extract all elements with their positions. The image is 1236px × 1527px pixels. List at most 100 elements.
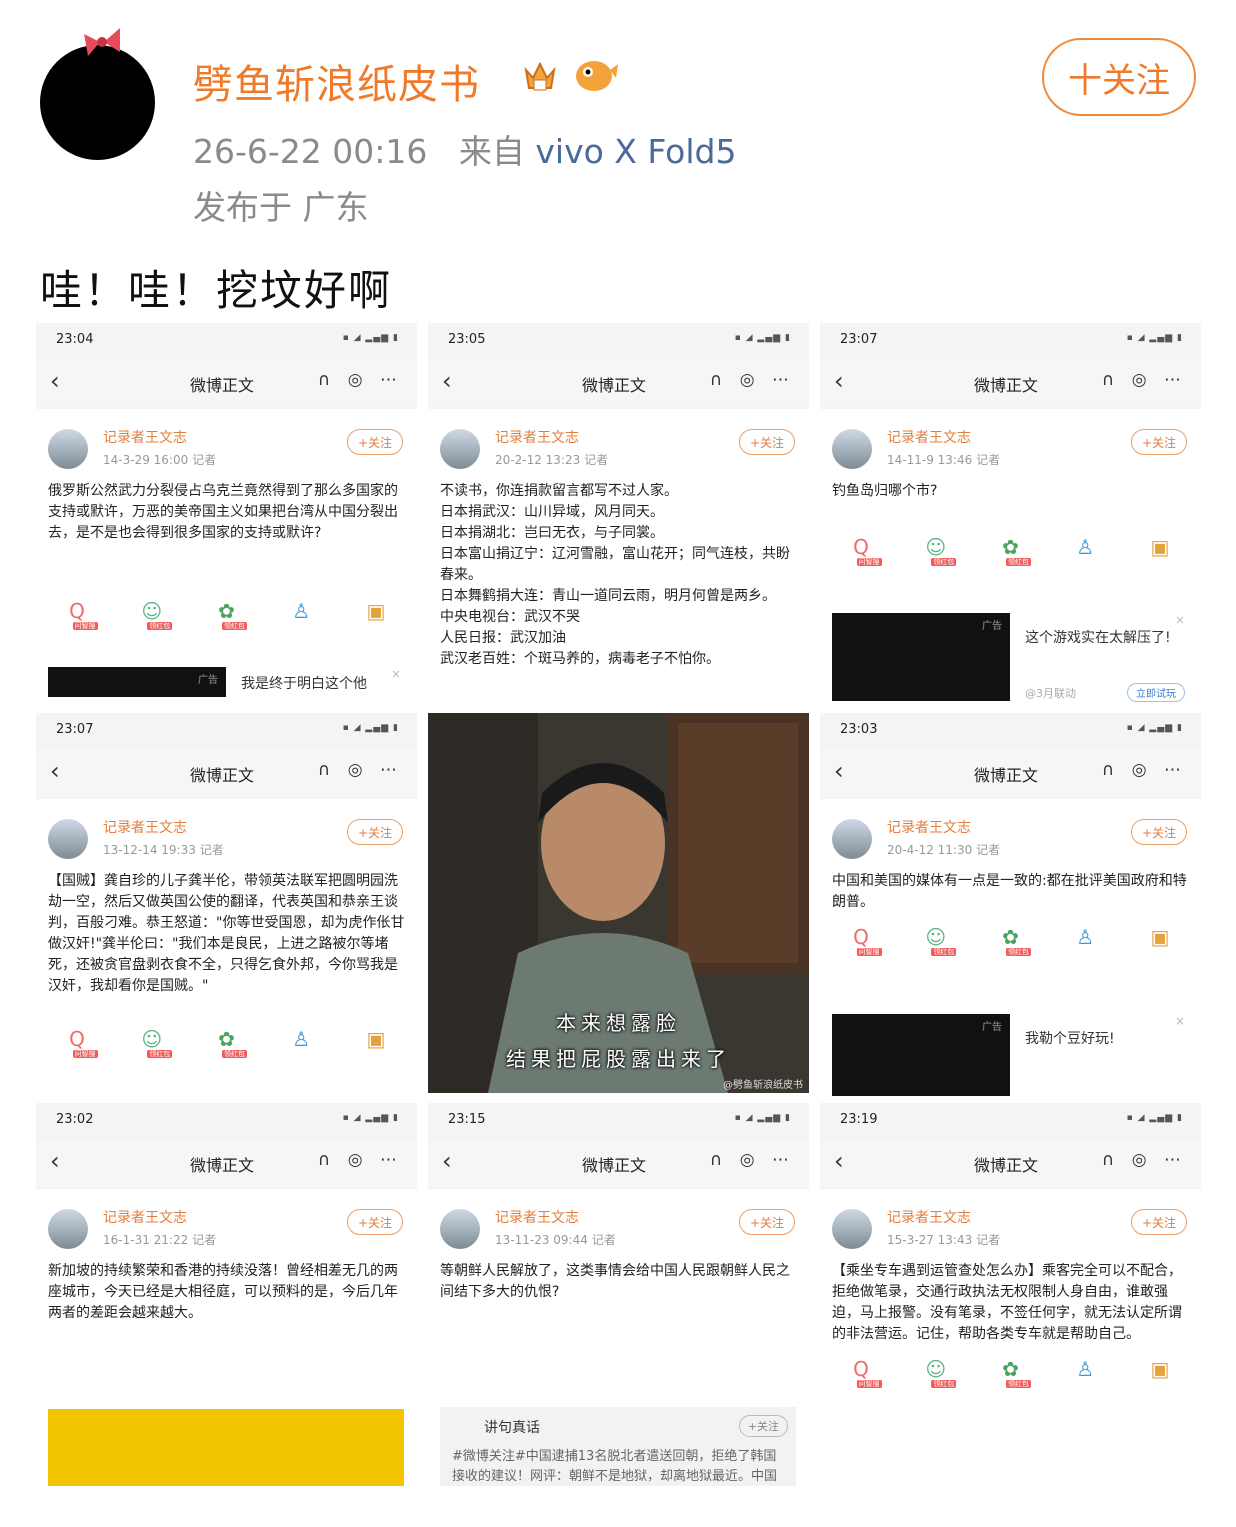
ad-cta-button[interactable]: 立即试玩 — [1127, 683, 1185, 702]
back-icon[interactable]: ‹ — [442, 1147, 452, 1175]
nav-icons[interactable]: ∩ ◎ ⋯ — [1102, 1150, 1187, 1170]
back-icon[interactable]: ‹ — [442, 367, 452, 395]
source-device[interactable]: vivo X Fold5 — [535, 132, 736, 171]
author-name[interactable]: 记录者王文志 — [103, 1207, 187, 1227]
share-icon[interactable]: ▣ — [361, 1027, 391, 1075]
back-icon[interactable]: ‹ — [50, 367, 60, 395]
red-packet-icon[interactable]: ✿领红包 — [212, 1027, 247, 1075]
qq-icon[interactable]: ♙ — [1070, 535, 1100, 583]
follow-button[interactable]: +关注 — [739, 1209, 795, 1235]
close-icon[interactable]: × — [391, 667, 401, 681]
ask-icon[interactable]: Q问智搜 — [846, 1357, 882, 1405]
comment-icon[interactable]: ☺领红包 — [921, 1357, 957, 1405]
share-icon[interactable]: ▣ — [1145, 535, 1175, 583]
ad-card[interactable]: 广告 我是终于明白这个他 × — [48, 667, 405, 697]
follow-button[interactable]: +关注 — [347, 429, 403, 455]
avatar[interactable] — [40, 45, 155, 160]
nav-icons[interactable]: ∩ ◎ ⋯ — [1102, 760, 1187, 780]
back-icon[interactable]: ‹ — [834, 367, 844, 395]
ask-icon[interactable]: Q问智搜 — [846, 925, 882, 973]
back-icon[interactable]: ‹ — [834, 757, 844, 785]
screenshot-tile[interactable]: 23:07 ▪ ◢ ▂▄▆ ▮ ‹ 微博正文 ∩ ◎ ⋯ 记录者王文志 14-11-9 13… — [820, 323, 1201, 710]
comment-icon[interactable]: ☺领红包 — [137, 599, 173, 647]
status-icons: ▪ ◢ ▂▄▆ ▮ — [342, 1113, 399, 1123]
author-avatar[interactable] — [440, 1209, 480, 1249]
quoted-post[interactable]: 讲句真话 +关注 #微博关注#中国逮捕13名脱北者遣送回朝，拒绝了韩国接收的建议！网… — [440, 1407, 796, 1486]
share-icon[interactable]: ▣ — [361, 599, 391, 647]
ad-card[interactable]: 广告 我勒个豆好玩! × — [832, 1014, 1189, 1096]
author-avatar[interactable] — [48, 1209, 88, 1249]
author-avatar[interactable] — [832, 819, 872, 859]
ad-text: 这个游戏实在太解压了! — [1025, 630, 1171, 646]
author-avatar[interactable] — [832, 429, 872, 469]
follow-button[interactable]: +关注 — [347, 1209, 403, 1235]
author-avatar[interactable] — [48, 819, 88, 859]
action-tag: 领红包 — [931, 948, 957, 956]
red-packet-icon[interactable]: ✿领红包 — [212, 599, 247, 647]
close-icon[interactable]: × — [1175, 1014, 1185, 1028]
close-icon[interactable]: × — [1175, 613, 1185, 627]
nav-icons[interactable]: ∩ ◎ ⋯ — [318, 1150, 403, 1170]
screenshot-tile[interactable]: 23:05 ▪ ◢ ▂▄▆ ▮ ‹ 微博正文 ∩ ◎ ⋯ 记录者王文志 20-2-12 13… — [428, 323, 809, 710]
red-packet-icon[interactable]: ✿领红包 — [996, 1357, 1031, 1405]
follow-button[interactable]: 十关注 — [1042, 38, 1196, 116]
screenshot-tile[interactable]: 23:02 ▪ ◢ ▂▄▆ ▮ ‹ 微博正文 ∩ ◎ ⋯ 记录者王文志 16-1-31 21… — [36, 1103, 417, 1486]
comment-icon[interactable]: ☺领红包 — [921, 925, 957, 973]
nav-icons[interactable]: ∩ ◎ ⋯ — [318, 760, 403, 780]
red-packet-icon[interactable]: ✿领红包 — [996, 535, 1031, 583]
back-icon[interactable]: ‹ — [834, 1147, 844, 1175]
screenshot-tile[interactable]: 23:15 ▪ ◢ ▂▄▆ ▮ ‹ 微博正文 ∩ ◎ ⋯ 记录者王文志 13-11-23 0… — [428, 1103, 809, 1486]
ask-icon[interactable]: Q问智搜 — [846, 535, 882, 583]
ask-icon[interactable]: Q问智搜 — [62, 599, 98, 647]
back-icon[interactable]: ‹ — [50, 1147, 60, 1175]
quoted-author[interactable]: 讲句真话 — [484, 1417, 540, 1437]
screenshot-tile[interactable]: 23:03 ▪ ◢ ▂▄▆ ▮ ‹ 微博正文 ∩ ◎ ⋯ 记录者王文志 20-4-12 11… — [820, 713, 1201, 1096]
ad-card[interactable]: 广告 这个游戏实在太解压了! × @3月联动 立即试玩 — [832, 613, 1189, 702]
post-body: 钓鱼岛归哪个市? — [832, 483, 938, 499]
screenshot-tile[interactable]: 23:07 ▪ ◢ ▂▄▆ ▮ ‹ 微博正文 ∩ ◎ ⋯ 记录者王文志 13-12-14 1… — [36, 713, 417, 1096]
author-name[interactable]: 记录者王文志 — [887, 817, 971, 837]
screenshot-tile[interactable]: 23:19 ▪ ◢ ▂▄▆ ▮ ‹ 微博正文 ∩ ◎ ⋯ 记录者王文志 15-3-27 13… — [820, 1103, 1201, 1486]
author-name[interactable]: 记录者王文志 — [887, 427, 971, 447]
nav-icons[interactable]: ∩ ◎ ⋯ — [318, 370, 403, 390]
qq-icon[interactable]: ♙ — [286, 1027, 316, 1075]
author-name[interactable]: 记录者王文志 — [495, 427, 579, 447]
comment-icon[interactable]: ☺领红包 — [921, 535, 957, 583]
follow-button[interactable]: +关注 — [738, 1415, 788, 1437]
qq-icon[interactable]: ♙ — [1070, 925, 1100, 973]
follow-button[interactable]: +关注 — [1131, 819, 1187, 845]
author-avatar[interactable] — [440, 429, 480, 469]
share-icon[interactable]: ▣ — [1145, 1357, 1175, 1405]
nav-icons[interactable]: ∩ ◎ ⋯ — [710, 1150, 795, 1170]
post-card: 记录者王文志 13-11-23 09:44 记者 +关注 等朝鲜人民解放了，这类事情会… — [428, 1189, 809, 1486]
author-name[interactable]: 记录者王文志 — [103, 817, 187, 837]
video-frame[interactable]: 本来想露脸 结果把屁股露出来了 @劈鱼斩浪纸皮书 — [428, 713, 809, 1093]
qq-icon[interactable]: ♙ — [1070, 1357, 1100, 1405]
follow-button[interactable]: +关注 — [347, 819, 403, 845]
ask-icon[interactable]: Q问智搜 — [62, 1027, 98, 1075]
author-name[interactable]: 记录者王文志 — [495, 1207, 579, 1227]
nav-icons[interactable]: ∩ ◎ ⋯ — [1102, 370, 1187, 390]
screenshot-tile[interactable]: 23:04 ▪ ◢ ▂▄▆ ▮ ‹ 微博正文 ∩ ◎ ⋯ 记录者王文志 14-3-29 16… — [36, 323, 417, 710]
author-role: 记者 — [976, 453, 1001, 467]
status-icons: ▪ ◢ ▂▄▆ ▮ — [734, 333, 791, 343]
author-name[interactable]: 记录者王文志 — [887, 1207, 971, 1227]
nav-icons[interactable]: ∩ ◎ ⋯ — [710, 370, 795, 390]
share-icon[interactable]: ▣ — [1145, 925, 1175, 973]
source-prefix: 来自 — [458, 132, 525, 171]
author-avatar[interactable] — [832, 1209, 872, 1249]
follow-button[interactable]: +关注 — [1131, 429, 1187, 455]
subtitle-line-2: 结果把屁股露出来了 — [506, 1047, 731, 1071]
author-avatar[interactable] — [48, 429, 88, 469]
red-packet-icon[interactable]: ✿领红包 — [996, 925, 1031, 973]
username[interactable]: 劈鱼斩浪纸皮书 — [193, 52, 480, 110]
qq-icon[interactable]: ♙ — [286, 599, 316, 647]
post-card: 记录者王文志 15-3-27 13:43 记者 +关注 【乘坐专车遇到运管查处怎么办】… — [820, 1189, 1201, 1486]
author-name[interactable]: 记录者王文志 — [103, 427, 187, 447]
back-icon[interactable]: ‹ — [50, 757, 60, 785]
post-card: 记录者王文志 14-3-29 16:00 记者 +关注 俄罗斯公然武力分裂侵占乌克兰竟… — [36, 409, 417, 710]
comment-icon[interactable]: ☺领红包 — [137, 1027, 173, 1075]
follow-button[interactable]: +关注 — [739, 429, 795, 455]
top-nav: ‹ 微博正文 ∩ ◎ ⋯ — [820, 1139, 1201, 1187]
follow-button[interactable]: +关注 — [1131, 1209, 1187, 1235]
